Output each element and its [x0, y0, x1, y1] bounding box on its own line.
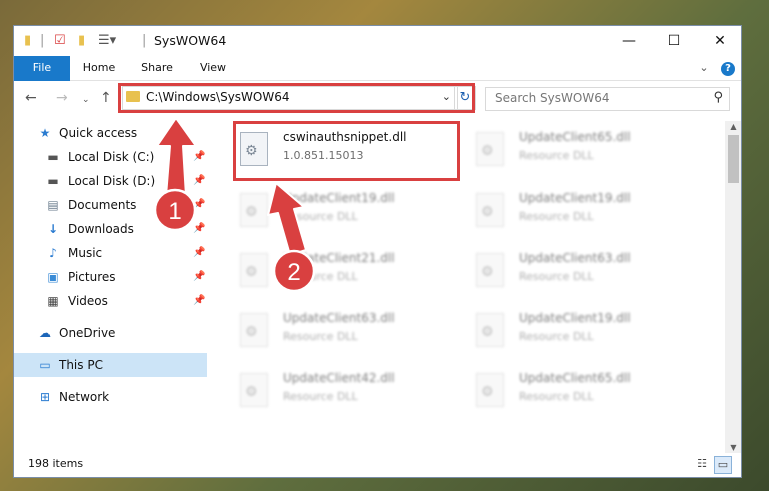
- step2-label: 2: [287, 259, 300, 286]
- step1-arrow: [156, 117, 197, 197]
- step-callouts: 1 2: [153, 117, 316, 293]
- step1-label: 1: [168, 198, 181, 225]
- step2-arrow: [267, 182, 307, 256]
